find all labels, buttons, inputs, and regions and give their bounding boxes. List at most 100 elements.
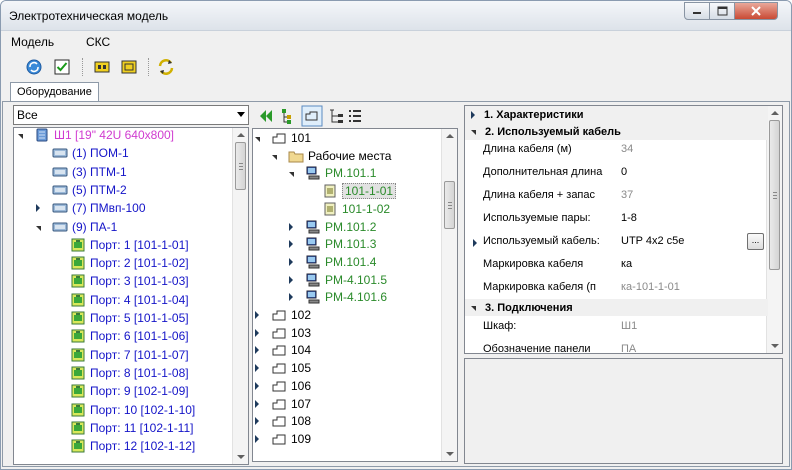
property-row[interactable]: Маркировка кабеля (п ка-101-1-01 xyxy=(465,277,768,300)
tree-node[interactable]: PM.101.2 xyxy=(289,218,376,236)
property-value[interactable]: 1-8 xyxy=(621,212,637,224)
tree-node[interactable]: 101-1-02 xyxy=(306,200,390,218)
collapse-icon[interactable] xyxy=(255,137,260,142)
property-value[interactable]: Ш1 xyxy=(621,320,637,332)
panel-button[interactable] xyxy=(118,56,140,78)
tree-node[interactable]: 106 xyxy=(255,377,311,395)
collapse-icon[interactable] xyxy=(18,134,23,139)
property-row[interactable]: Длина кабеля (м) 34 xyxy=(465,139,768,162)
tree-node[interactable]: PM-4.101.6 xyxy=(289,288,387,306)
tree-node[interactable]: (7) ПМвп-100 xyxy=(36,199,146,217)
collapse-icon[interactable] xyxy=(36,225,41,231)
tree-node[interactable]: (5) ПТМ-2 xyxy=(36,181,127,199)
tree-node[interactable]: 102 xyxy=(255,306,311,324)
menu-scs[interactable]: СКС xyxy=(86,35,110,49)
scroll-thumb[interactable] xyxy=(769,120,780,270)
property-row[interactable]: Дополнительная длина 0 xyxy=(465,162,768,185)
tree-node[interactable]: PM.101.3 xyxy=(289,235,376,253)
close-button[interactable] xyxy=(734,2,778,20)
tree-node[interactable]: 103 xyxy=(255,324,311,342)
menu-model[interactable]: Модель xyxy=(11,35,54,49)
maximize-button[interactable] xyxy=(709,2,735,20)
equipment-tree-scrollbar[interactable] xyxy=(232,128,248,464)
tree-node[interactable]: (3) ПТМ-1 xyxy=(36,163,127,181)
expand-icon[interactable] xyxy=(471,110,475,119)
property-category[interactable]: 1. Характеристики xyxy=(465,106,768,123)
property-value[interactable]: UTP 4x2 c5e xyxy=(621,235,684,247)
property-value[interactable]: ка xyxy=(621,258,632,270)
property-value[interactable]: 0 xyxy=(621,166,627,178)
property-row[interactable]: Используемый кабель: UTP 4x2 c5e... xyxy=(465,231,768,254)
check-button[interactable] xyxy=(51,56,73,78)
tree-node[interactable]: PM.101.1 xyxy=(289,164,376,182)
tree-node[interactable]: Порт: 12 [102-1-12] xyxy=(54,437,195,455)
tree-node[interactable]: Порт: 10 [102-1-10] xyxy=(54,401,195,419)
tree-node[interactable]: 105 xyxy=(255,359,311,377)
browse-button[interactable]: ... xyxy=(747,233,764,250)
scroll-thumb[interactable] xyxy=(235,142,246,190)
property-row[interactable]: Обозначение панели ПА xyxy=(465,339,768,353)
tree-node[interactable]: PM.101.4 xyxy=(289,253,376,271)
tree-node[interactable]: 101-1-01 xyxy=(306,182,397,200)
tree-node[interactable]: Порт: 5 [101-1-05] xyxy=(54,309,189,327)
collapse-icon[interactable] xyxy=(471,130,476,135)
expand-icon[interactable] xyxy=(255,311,259,319)
expand-icon[interactable] xyxy=(36,204,40,213)
tree-node[interactable]: 104 xyxy=(255,341,311,359)
expand-icon[interactable] xyxy=(255,364,259,373)
tree-node[interactable]: Порт: 3 [101-1-03] xyxy=(54,272,189,290)
property-category[interactable]: 2. Используемый кабель xyxy=(465,123,768,140)
rooms-tree-scrollbar[interactable] xyxy=(441,129,457,461)
property-row[interactable]: Шкаф: Ш1 xyxy=(465,316,768,339)
list-view-icon[interactable] xyxy=(349,110,361,122)
minimize-button[interactable] xyxy=(684,2,710,20)
expand-icon[interactable] xyxy=(289,257,293,266)
tree-node[interactable]: 107 xyxy=(255,395,311,413)
expand-icon[interactable] xyxy=(255,434,259,443)
scroll-down-icon[interactable] xyxy=(771,344,779,348)
property-row[interactable]: Используемые пары: 1-8 xyxy=(465,208,768,231)
tree-node[interactable]: Ш1 [19" 42U 640x800] xyxy=(18,128,174,144)
expand-icon[interactable] xyxy=(255,346,259,355)
tree-node[interactable]: Порт: 2 [101-1-02] xyxy=(54,254,189,272)
expand-icon[interactable] xyxy=(289,240,293,249)
tree-node[interactable]: Порт: 1 [101-1-01] xyxy=(54,236,189,254)
filter-combobox[interactable]: Все xyxy=(13,105,249,125)
equipment-tree[interactable]: Ш1 [19" 42U 640x800] (1) ПОМ-1 (3) ПТМ-1 (5… xyxy=(13,127,249,465)
property-value[interactable]: ка-101-1-01 xyxy=(621,281,680,293)
expand-icon[interactable] xyxy=(255,381,259,390)
scroll-up-icon[interactable] xyxy=(237,133,245,137)
expand-icon[interactable] xyxy=(255,417,259,426)
tree-node[interactable]: Порт: 7 [101-1-07] xyxy=(54,346,189,364)
tree-node[interactable]: (9) ПА-1 xyxy=(36,218,117,236)
folder-view-icon[interactable] xyxy=(301,105,323,127)
refresh-button[interactable] xyxy=(23,56,45,78)
scroll-up-icon[interactable] xyxy=(446,134,454,138)
tree-node[interactable]: Порт: 9 [102-1-09] xyxy=(54,382,189,400)
expand-icon[interactable] xyxy=(289,275,293,284)
tree-node[interactable]: (1) ПОМ-1 xyxy=(36,144,129,162)
tree-node[interactable]: Порт: 8 [101-1-08] xyxy=(54,364,189,382)
tree-node[interactable]: Порт: 6 [101-1-06] xyxy=(54,327,189,345)
property-value[interactable]: 37 xyxy=(621,189,633,201)
tree-node[interactable]: Порт: 4 [101-1-04] xyxy=(54,291,189,309)
property-grid-scrollbar[interactable] xyxy=(766,106,782,353)
collapse-icon[interactable] xyxy=(272,154,277,160)
scroll-thumb[interactable] xyxy=(444,181,455,229)
tree-node[interactable]: 109 xyxy=(255,430,311,448)
scroll-down-icon[interactable] xyxy=(237,455,245,459)
device-button[interactable] xyxy=(91,56,113,78)
property-grid[interactable]: 1. Характеристики 2. Используемый кабель Д… xyxy=(464,105,783,354)
tree-view-icon[interactable] xyxy=(330,109,343,123)
expand-icon[interactable] xyxy=(289,222,293,231)
expand-icon[interactable] xyxy=(289,293,293,302)
tree-node[interactable]: PM-4.101.5 xyxy=(289,271,387,289)
tree-node[interactable]: 101 xyxy=(255,129,311,147)
tab-equipment[interactable]: Оборудование xyxy=(10,82,99,102)
expand-icon[interactable] xyxy=(255,328,259,337)
expand-icon[interactable] xyxy=(473,239,477,247)
scroll-up-icon[interactable] xyxy=(771,111,779,115)
property-row[interactable]: Маркировка кабеля ка xyxy=(465,254,768,277)
scroll-down-icon[interactable] xyxy=(446,452,454,456)
property-row[interactable]: Длина кабеля + запас 37 xyxy=(465,185,768,208)
